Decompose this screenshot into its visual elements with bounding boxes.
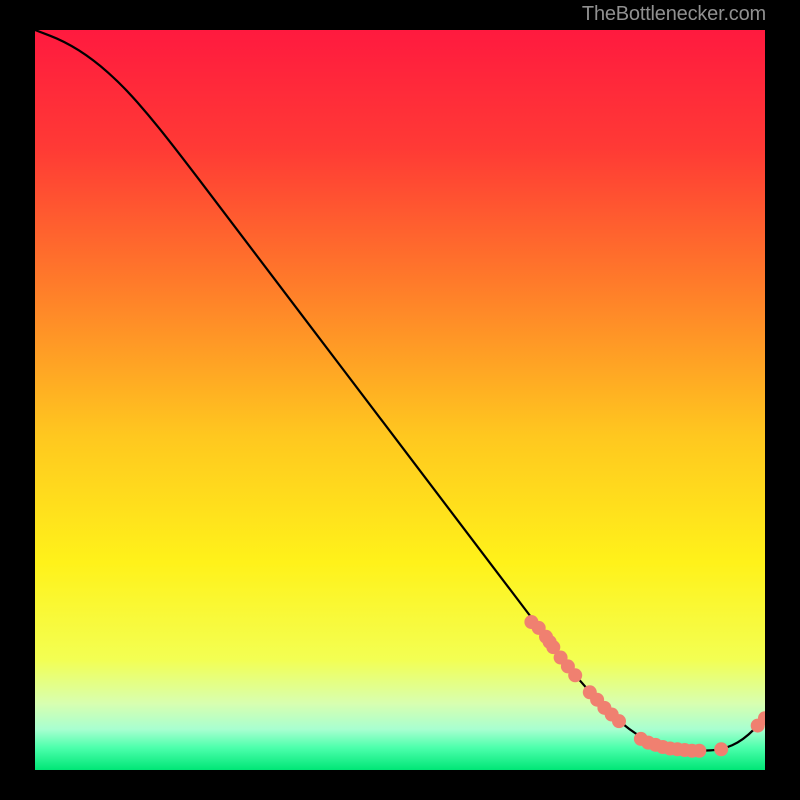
data-marker: [612, 714, 626, 728]
data-marker: [714, 742, 728, 756]
attribution-text: TheBottlenecker.com: [582, 3, 766, 26]
bottleneck-plot: [35, 30, 765, 770]
chart-frame: TheBottlenecker.com: [0, 0, 800, 800]
data-marker: [568, 668, 582, 682]
plot-background: [35, 30, 765, 770]
data-marker: [692, 744, 706, 758]
